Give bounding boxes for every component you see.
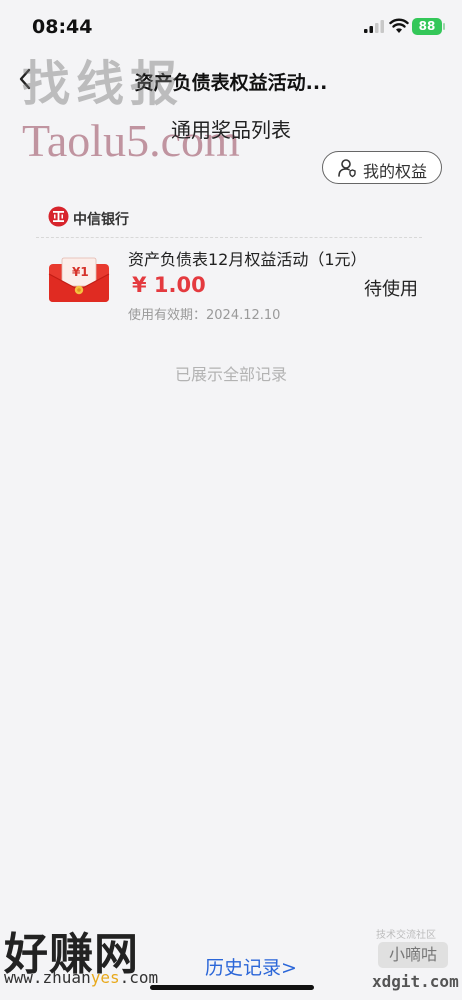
citic-bank-logo-icon — [48, 206, 69, 227]
prize-expiry: 使用有效期：2024.12.10 — [128, 308, 281, 323]
history-link[interactable]: 历史记录> — [205, 953, 297, 980]
battery-icon: 88 — [412, 18, 445, 35]
user-shield-icon — [338, 159, 356, 178]
signal-icon — [364, 20, 384, 33]
wifi-icon — [389, 18, 409, 33]
my-rights-label: 我的权益 — [363, 162, 428, 181]
prize-list-title: 通用奖品列表 — [171, 118, 291, 142]
prize-item[interactable]: ¥1 资产负债表12月权益活动（1元） ¥ 1.00 待使用 使用有效期：202… — [36, 242, 426, 332]
watermark-bottom-right-badge: 小嘀咕 — [378, 942, 448, 968]
clock: 08:44 — [32, 16, 93, 38]
divider — [36, 237, 422, 238]
home-indicator[interactable] — [150, 985, 314, 990]
watermark-bottom-right-site: xdgit.com — [372, 972, 459, 991]
watermark-site-part: yes — [90, 968, 120, 987]
prize-price: ¥ 1.00 — [132, 273, 206, 297]
bank-name: 中信银行 — [73, 212, 129, 228]
red-envelope-icon: ¥1 — [48, 257, 110, 302]
my-rights-button[interactable]: 我的权益 — [322, 151, 442, 184]
watermark-bottom-left-site: www.zhuanyes.com — [4, 968, 158, 987]
watermark-site-part: www.zhuan — [4, 968, 91, 987]
prize-status: 待使用 — [364, 279, 418, 300]
watermark-bottom-right-small: 技术交流社区 — [376, 930, 436, 941]
prize-name: 资产负债表12月权益活动（1元） — [128, 250, 367, 269]
envelope-label: ¥1 — [72, 265, 89, 279]
end-of-list-text: 已展示全部记录 — [174, 365, 287, 384]
watermark-top-text: 找线报 — [22, 56, 185, 112]
